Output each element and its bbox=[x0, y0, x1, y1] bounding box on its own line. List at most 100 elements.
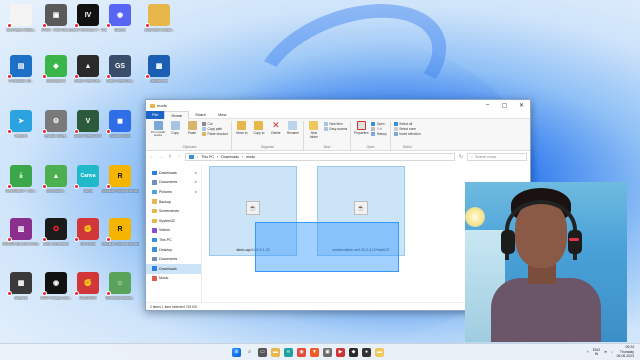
file-explorer-icon[interactable]: ▬ bbox=[271, 347, 280, 357]
app-icon: ✊ bbox=[74, 272, 99, 296]
new-item-button[interactable]: New item bbox=[323, 122, 347, 126]
title-bar[interactable]: mods – ▢ ✕ bbox=[146, 100, 530, 111]
clock[interactable]: 09:24 Thursday 06-06-2023 bbox=[617, 345, 634, 358]
desktop-icon-label: BlueStacks... bbox=[46, 189, 66, 193]
nav-item[interactable]: Screenshots bbox=[146, 206, 201, 216]
java-jar-icon: ☕ bbox=[246, 201, 260, 215]
desktop-icon[interactable]: ◉ Discord bbox=[101, 4, 139, 40]
recent-chevron-icon[interactable]: ˅ bbox=[167, 154, 173, 160]
task-view-icon[interactable]: ▭ bbox=[258, 347, 267, 357]
app-icon: R bbox=[106, 218, 131, 242]
desktop-icon-label: BlueStacks 5 bbox=[46, 79, 66, 83]
desktop-icon[interactable]: R Rockstar Games Launcher bbox=[101, 165, 139, 201]
nav-item[interactable]: Documents ✱ bbox=[146, 178, 201, 188]
nav-item[interactable]: Videos bbox=[146, 226, 201, 236]
tray-chevron-icon[interactable]: ˄ bbox=[587, 350, 589, 354]
edit-button[interactable]: Edit bbox=[371, 127, 386, 131]
tab-share[interactable]: Share bbox=[189, 111, 212, 119]
explorer-running-icon[interactable]: ▬ bbox=[375, 347, 384, 357]
capture-icon[interactable]: ▣ bbox=[323, 347, 332, 357]
nav-item[interactable]: This PC bbox=[146, 235, 201, 245]
desktop-icon[interactable]: ◼ Roblox Studio bbox=[101, 110, 139, 146]
breadcrumb-this-pc[interactable]: This PC bbox=[201, 155, 214, 159]
cut-button[interactable]: Cut bbox=[202, 122, 228, 126]
chrome-icon[interactable]: ◉ bbox=[297, 347, 306, 357]
nav-item-label: System32 bbox=[159, 218, 175, 223]
nav-item[interactable]: Documents bbox=[146, 254, 201, 264]
desktop-icon[interactable]: GS Grand Theft Auto... bbox=[101, 55, 139, 91]
desktop-icon[interactable]: ▦ Explorer.exe bbox=[140, 55, 178, 91]
breadcrumb-downloads[interactable]: Downloads bbox=[221, 155, 239, 159]
tab-file[interactable]: File bbox=[146, 110, 165, 119]
start-icon[interactable]: ⊞ bbox=[232, 347, 241, 357]
language-indicator[interactable]: ENG IN bbox=[593, 348, 600, 356]
tab-home[interactable]: Home bbox=[164, 110, 190, 119]
properties-button[interactable]: Properties bbox=[354, 121, 369, 135]
back-arrow-icon[interactable]: ← bbox=[149, 154, 155, 160]
easy-access-button[interactable]: Easy access bbox=[323, 127, 347, 131]
delete-icon: ✕ bbox=[272, 120, 280, 130]
search-icon[interactable]: ⌕ bbox=[245, 348, 254, 357]
nav-item[interactable]: Desktop bbox=[146, 245, 201, 255]
nav-item[interactable]: Pictures ✱ bbox=[146, 187, 201, 197]
desktop-icon[interactable]: Hindi Mod Collecti... bbox=[140, 4, 178, 40]
desktop-icon[interactable]: ▥ WinRAR Zip Hindi 2023... bbox=[2, 218, 40, 254]
desktop-icon[interactable]: ➤ Telegram bbox=[2, 110, 40, 146]
edge-icon[interactable]: e bbox=[284, 347, 293, 357]
refresh-icon[interactable]: ↻ bbox=[458, 154, 464, 160]
obs-icon[interactable]: ● bbox=[362, 347, 371, 357]
desktop-icon[interactable]: ☺ Minecraft Jasutus... bbox=[101, 272, 139, 308]
folder-icon bbox=[152, 256, 157, 262]
breadcrumb-mods[interactable]: mods bbox=[246, 155, 255, 159]
maximize-button[interactable]: ▢ bbox=[496, 102, 513, 109]
address-bar[interactable]: › This PC › Downloads › mods bbox=[185, 153, 455, 161]
delete-button[interactable]: ✕ Delete bbox=[269, 120, 283, 136]
copy-path-button[interactable]: Copy path bbox=[202, 127, 228, 131]
copy-button[interactable]: Copy bbox=[168, 121, 182, 135]
app-icon[interactable]: ◆ bbox=[349, 347, 358, 357]
desktop-icon[interactable]: ▤ Cl Realistic 3D... bbox=[2, 55, 40, 91]
forward-arrow-icon[interactable]: → bbox=[158, 154, 164, 160]
scissors-icon bbox=[202, 122, 206, 126]
paste-button[interactable]: Paste bbox=[185, 121, 199, 135]
rename-button[interactable]: Rename bbox=[286, 121, 300, 135]
search-input[interactable]: ⌕ Search mods bbox=[467, 153, 527, 161]
delete-label: Delete bbox=[271, 131, 281, 135]
new-folder-icon bbox=[309, 121, 319, 130]
wifi-icon[interactable]: ≋ bbox=[604, 350, 607, 354]
history-button[interactable]: History bbox=[371, 132, 387, 136]
desktop-icon-label: Rockstar Games Launcher bbox=[101, 189, 139, 193]
app-icon: ▲ bbox=[42, 165, 67, 189]
app-icon bbox=[145, 4, 170, 28]
new-folder-button[interactable]: New folder bbox=[307, 121, 321, 139]
select-all-button[interactable]: Select all bbox=[393, 122, 421, 126]
desktop-icon[interactable]: ▦ Snapshot bbox=[2, 272, 40, 308]
desktop-icon[interactable]: R Rockstar Games Launcher bbox=[101, 218, 139, 254]
copy-path-label: Copy path bbox=[207, 127, 223, 131]
select-none-button[interactable]: Select none bbox=[393, 127, 421, 131]
nav-item[interactable]: Backup bbox=[146, 197, 201, 207]
headphone-light bbox=[569, 238, 579, 241]
minimize-button[interactable]: – bbox=[479, 102, 496, 109]
nav-item[interactable]: Downloads bbox=[146, 263, 201, 274]
shortcut-badge-icon bbox=[74, 23, 79, 28]
brave-icon[interactable]: ▼ bbox=[310, 347, 319, 357]
region-label: IN bbox=[594, 352, 599, 356]
open-button[interactable]: Open bbox=[371, 122, 386, 126]
desktop-icon[interactable]: ⤓ CleanMaster + Box... bbox=[2, 165, 40, 201]
paste-shortcut-button[interactable]: Paste shortcut bbox=[202, 132, 228, 136]
nav-item[interactable]: System32 bbox=[146, 216, 201, 226]
desktop-icon[interactable]: Valid Aspire Maths... bbox=[2, 4, 40, 40]
up-arrow-icon[interactable]: ↑ bbox=[176, 154, 182, 160]
move-to-button[interactable]: Move to bbox=[235, 121, 249, 135]
history-label: History bbox=[376, 132, 387, 136]
close-button[interactable]: ✕ bbox=[513, 102, 530, 109]
volume-icon[interactable]: ♪ bbox=[611, 350, 613, 354]
nav-item[interactable]: Downloads ✱ bbox=[146, 168, 201, 178]
media-icon[interactable]: ▶ bbox=[336, 347, 345, 357]
invert-selection-button[interactable]: Invert selection bbox=[393, 132, 421, 136]
copy-to-button[interactable]: Copy to bbox=[252, 121, 266, 135]
pin-quick-access-button[interactable]: Pin to Quick access bbox=[151, 121, 165, 137]
nav-item[interactable]: Music bbox=[146, 274, 201, 284]
tab-view[interactable]: View bbox=[212, 111, 233, 119]
